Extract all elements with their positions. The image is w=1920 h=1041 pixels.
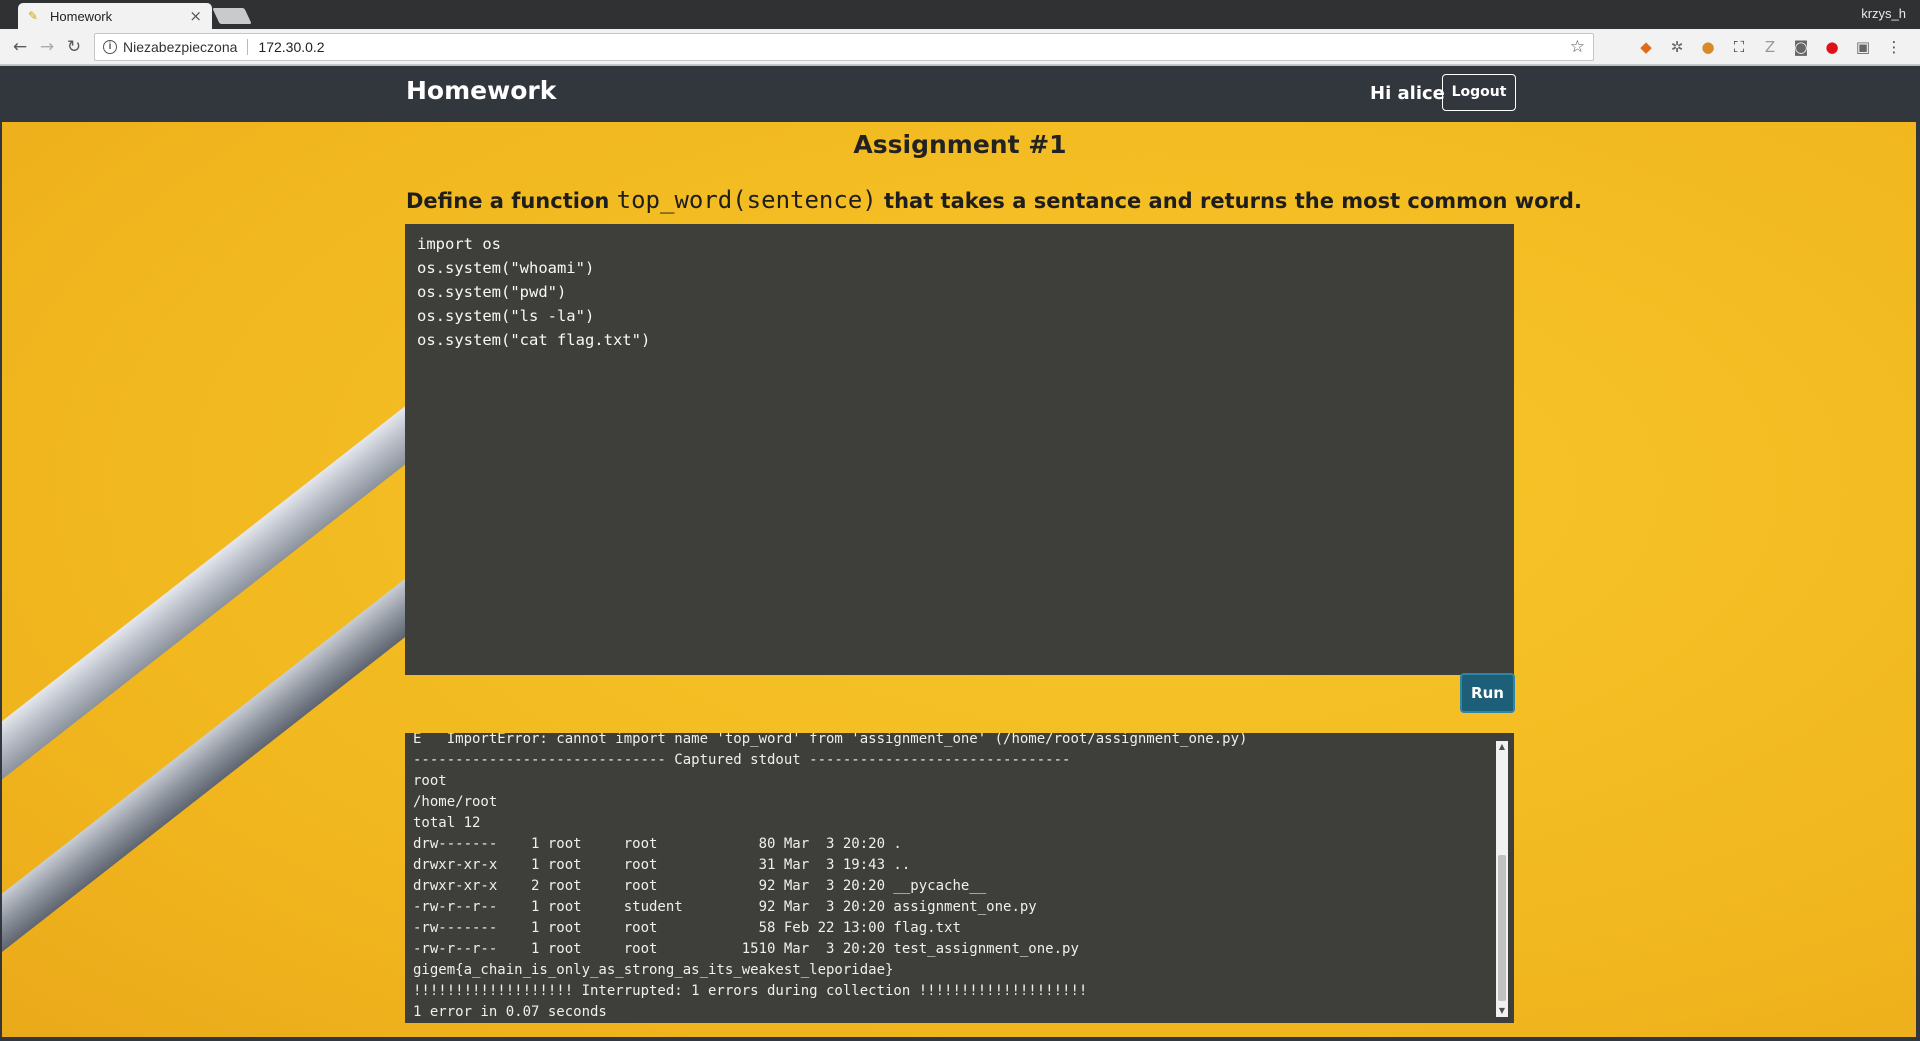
output-line: -rw-r--r-- 1 root root 1510 Mar 3 20:20 … (413, 941, 1079, 957)
output-line: /home/root (413, 794, 498, 810)
app-navbar: Homework Hi alice Logout (2, 66, 1916, 122)
bookmark-star-icon[interactable]: ☆ (1570, 37, 1585, 57)
output-scrollbar[interactable]: ▲ ▼ (1496, 741, 1508, 1017)
back-arrow-icon[interactable]: ← (10, 37, 30, 57)
tab-title: Homework (50, 8, 113, 24)
run-button[interactable]: Run (1460, 673, 1515, 713)
code-line[interactable]: os.system("ls -la") (417, 304, 1502, 328)
new-tab-button[interactable] (212, 8, 252, 24)
code-line[interactable]: os.system("cat flag.txt") (417, 328, 1502, 352)
clipboard-extension-icon[interactable]: ▣ (1853, 37, 1873, 57)
scroll-down-arrow-icon[interactable]: ▼ (1496, 1005, 1508, 1017)
url-separator (247, 39, 249, 55)
scrollbar-thumb[interactable] (1498, 855, 1506, 1001)
gear-extension-icon[interactable]: ✲ (1667, 37, 1687, 57)
prompt-text: that takes a sentance and returns the mo… (876, 189, 1582, 213)
assignment-title: Assignment #1 (853, 130, 1067, 159)
browser-tab[interactable]: ✎ Homework × (18, 3, 212, 29)
assignment-prompt: Define a function top_word(sentence) tha… (406, 186, 1582, 214)
output-line: !!!!!!!!!!!!!!!!!!! Interrupted: 1 error… (413, 983, 1088, 999)
security-label[interactable]: Niezabezpieczona (123, 39, 237, 55)
code-line[interactable]: os.system("whoami") (417, 256, 1502, 280)
screen-capture-icon[interactable]: ⛶ (1729, 37, 1749, 57)
output-line: -rw------- 1 root root 58 Feb 22 13:00 f… (413, 920, 961, 936)
prompt-text: Define a function (406, 189, 617, 213)
output-line: ------------------------------ Captured … (413, 752, 1071, 768)
output-line: total 12 (413, 815, 481, 831)
close-tab-icon[interactable]: × (189, 9, 202, 24)
logout-button[interactable]: Logout (1442, 74, 1516, 111)
output-text: E ImportError: cannot import name 'top_w… (413, 733, 1483, 1023)
window-border (0, 1037, 1920, 1041)
output-line: gigem{a_chain_is_only_as_strong_as_its_w… (413, 962, 894, 978)
window-border (1916, 66, 1920, 1041)
output-line: E ImportError: cannot import name 'top_w… (413, 733, 1248, 747)
output-line: 1 error in 0.07 seconds (413, 1004, 607, 1020)
output-line: drw------- 1 root root 80 Mar 3 20:20 . (413, 836, 902, 852)
chrome-menu-icon[interactable]: ⋮ (1884, 37, 1904, 57)
reload-icon[interactable]: ↻ (64, 37, 84, 57)
browser-toolbar: ← → ↻ i Niezabezpieczona 172.30.0.2 ☆ ◆ … (0, 29, 1920, 65)
browser-tab-strip: ✎ Homework × krzys_h (0, 0, 1920, 29)
code-line[interactable]: import os (417, 232, 1502, 256)
opera-extension-icon[interactable]: ● (1822, 37, 1842, 57)
output-console[interactable]: E ImportError: cannot import name 'top_w… (405, 733, 1514, 1023)
fox-extension-icon[interactable]: ◆ (1636, 37, 1656, 57)
prompt-function-signature: top_word(sentence) (616, 186, 877, 214)
code-editor[interactable]: import os os.system("whoami") os.system("p… (405, 224, 1514, 675)
forward-arrow-icon[interactable]: → (37, 37, 57, 57)
output-line: drwxr-xr-x 1 root root 31 Mar 3 19:43 .. (413, 857, 911, 873)
pencil-favicon-icon: ✎ (28, 9, 39, 23)
profile-name[interactable]: krzys_h (1861, 6, 1906, 21)
z-extension-icon[interactable]: Z (1760, 37, 1780, 57)
output-line: root (413, 773, 447, 789)
info-icon[interactable]: i (103, 40, 117, 54)
output-line: -rw-r--r-- 1 root student 92 Mar 3 20:20… (413, 899, 1037, 915)
brand-link[interactable]: Homework (406, 76, 556, 105)
extensions-row: ◆ ✲ ● ⛶ Z ◙ ● ▣ ⋮ (1636, 37, 1904, 57)
window-border (0, 66, 2, 1041)
camera-icon[interactable]: ◙ (1791, 37, 1811, 57)
cookie-extension-icon[interactable]: ● (1698, 37, 1718, 57)
output-line: drwxr-xr-x 2 root root 92 Mar 3 20:20 __… (413, 878, 987, 894)
address-bar[interactable]: i Niezabezpieczona 172.30.0.2 ☆ (94, 33, 1594, 61)
user-greeting: Hi alice (1370, 83, 1445, 104)
code-line[interactable]: os.system("pwd") (417, 280, 1502, 304)
url-text[interactable]: 172.30.0.2 (258, 39, 1569, 55)
scroll-up-arrow-icon[interactable]: ▲ (1496, 741, 1508, 753)
